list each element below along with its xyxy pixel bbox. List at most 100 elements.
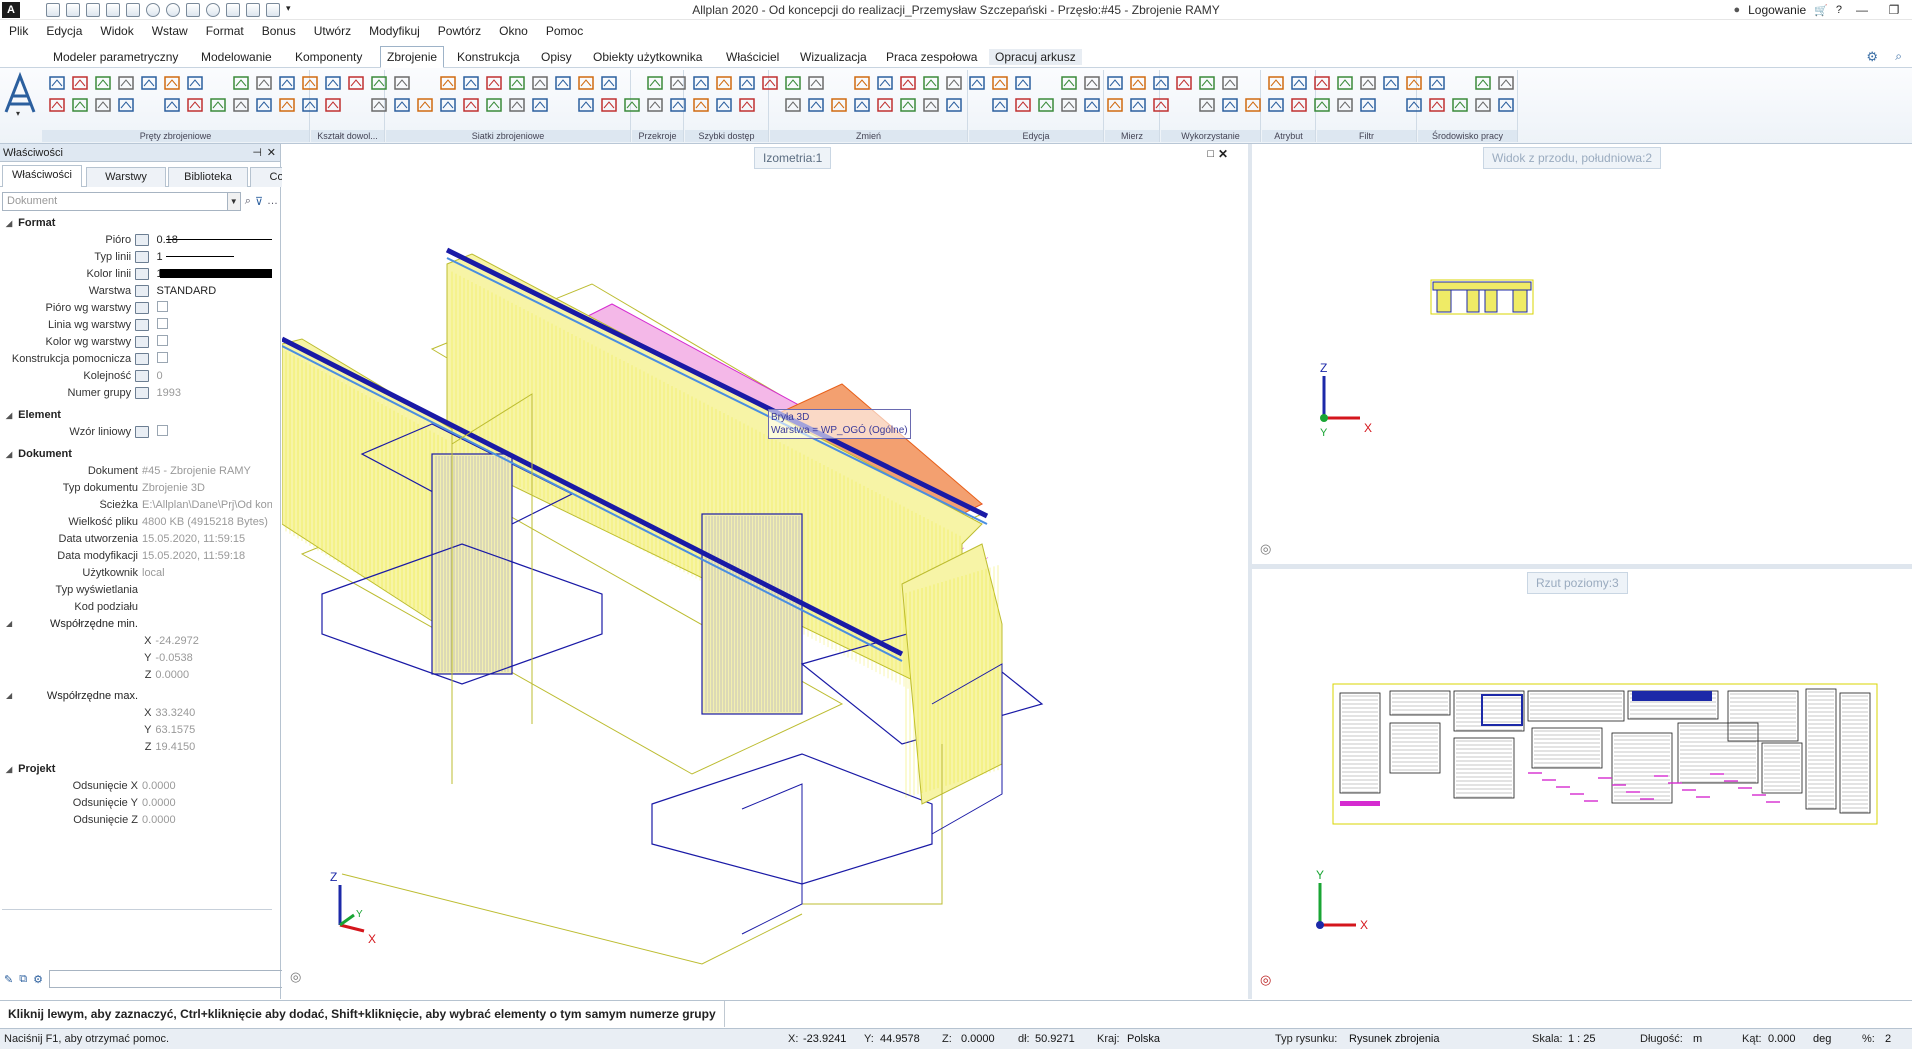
ribbon-tool-icon[interactable] <box>669 96 687 114</box>
maximize-button[interactable]: ❐ <box>1882 3 1906 17</box>
ribbon-tool-icon[interactable] <box>876 96 894 114</box>
menu-format[interactable]: Format <box>197 24 253 38</box>
property-row[interactable]: Konstrukcja pomocnicza <box>0 350 280 367</box>
tab-zbrojenie[interactable]: Zbrojenie <box>380 46 445 68</box>
menu-wstaw[interactable]: Wstaw <box>143 24 197 38</box>
ribbon-tool-icon[interactable] <box>1428 74 1446 92</box>
property-checkbox[interactable] <box>156 351 168 363</box>
property-checkbox[interactable] <box>156 300 168 312</box>
ribbon-tool-icon[interactable] <box>48 96 66 114</box>
ribbon-tool-icon[interactable] <box>462 74 480 92</box>
ribbon-tool-icon[interactable] <box>531 96 549 114</box>
property-row[interactable]: Kolor wg warstwy <box>0 333 280 350</box>
section-dokument[interactable]: ◢ Dokument <box>0 446 280 462</box>
ribbon-tool-icon[interactable] <box>1382 74 1400 92</box>
property-checkbox[interactable] <box>156 424 168 436</box>
chevron-down-icon[interactable]: ▼ <box>226 192 240 210</box>
ribbon-tool-icon[interactable] <box>1198 74 1216 92</box>
edit-icon[interactable] <box>106 2 120 17</box>
tab-wizualizacja[interactable]: Wizualizacja <box>794 49 873 65</box>
ribbon-tool-icon[interactable] <box>1267 74 1285 92</box>
property-value[interactable] <box>156 351 281 366</box>
property-value[interactable]: #45 - Zbrojenie RAMY <box>142 465 272 477</box>
ribbon-tool-icon[interactable] <box>278 74 296 92</box>
menu-utworz[interactable]: Utwórz <box>305 24 360 38</box>
navigation-icon[interactable]: ◎ <box>1260 541 1271 557</box>
tab-wlasciwosci[interactable]: Właściwości <box>2 165 82 187</box>
document-combo[interactable]: Dokument ▼ <box>2 191 241 211</box>
ribbon-tool-icon[interactable] <box>922 74 940 92</box>
property-value[interactable]: 15.05.2020, 11:59:15 <box>142 533 272 545</box>
property-row[interactable]: Numer grupy 1993 <box>0 384 280 401</box>
status-skala-value[interactable]: 1 : 25 <box>1568 1033 1596 1045</box>
property-row[interactable]: Typ dokumentu Zbrojenie 3D <box>0 479 280 496</box>
tab-praca-zespolowa[interactable]: Praca zespołowa <box>880 49 983 65</box>
format-combo[interactable]: ▼ <box>48 970 311 988</box>
ribbon-tool-icon[interactable] <box>715 74 733 92</box>
ribbon-tool-icon[interactable] <box>140 74 158 92</box>
ribbon-tool-icon[interactable] <box>715 96 733 114</box>
property-value[interactable]: 0.0000 <box>142 814 272 826</box>
ribbon-tool-icon[interactable] <box>1014 74 1032 92</box>
tab-opracuj-arkusz[interactable]: Opracuj arkusz <box>989 49 1082 65</box>
ribbon-tool-icon[interactable] <box>623 96 641 114</box>
ribbon-tool-icon[interactable] <box>186 96 204 114</box>
ribbon-tool-icon[interactable] <box>1451 96 1469 114</box>
property-row[interactable]: Odsunięcie X 0.0000 <box>0 777 280 794</box>
tab-biblioteka[interactable]: Biblioteka <box>168 167 248 187</box>
tab-warstwy[interactable]: Warstwy <box>86 167 166 187</box>
ribbon-tool-icon[interactable] <box>393 74 411 92</box>
ribbon-tool-icon[interactable] <box>255 74 273 92</box>
property-row[interactable]: Odsunięcie Y 0.0000 <box>0 794 280 811</box>
help-icon[interactable]: ? <box>1836 4 1842 16</box>
ribbon-tool-icon[interactable] <box>347 74 365 92</box>
property-row[interactable]: Kolejność 0 <box>0 367 280 384</box>
ribbon-tool-icon[interactable] <box>71 74 89 92</box>
ribbon-tool-icon[interactable] <box>301 96 319 114</box>
menu-widok[interactable]: Widok <box>91 24 142 38</box>
ribbon-tool-icon[interactable] <box>991 96 1009 114</box>
ribbon-tool-icon[interactable] <box>1405 74 1423 92</box>
layers-icon[interactable] <box>266 2 280 17</box>
property-value[interactable]: Zbrojenie 3D <box>142 482 272 494</box>
property-value[interactable] <box>156 424 281 439</box>
ribbon-tool-icon[interactable] <box>577 96 595 114</box>
status-dlug-value[interactable]: m <box>1693 1033 1702 1045</box>
ribbon-tool-icon[interactable] <box>1221 96 1239 114</box>
ribbon-tool-icon[interactable] <box>186 74 204 92</box>
app-logo-icon[interactable]: A <box>2 2 20 18</box>
ribbon-tool-icon[interactable] <box>71 96 89 114</box>
ribbon-tool-icon[interactable] <box>1083 96 1101 114</box>
status-typ-value[interactable]: Rysunek zbrojenia <box>1349 1033 1440 1045</box>
ribbon-tool-icon[interactable] <box>1428 96 1446 114</box>
ribbon-tool-icon[interactable] <box>945 96 963 114</box>
status-pct-value[interactable]: 2 <box>1885 1033 1891 1045</box>
close-icon[interactable]: ✕ <box>267 144 276 162</box>
ribbon-tool-icon[interactable] <box>1497 96 1515 114</box>
ribbon-tool-icon[interactable] <box>370 74 388 92</box>
property-row[interactable]: Data utworzenia 15.05.2020, 11:59:15 <box>0 530 280 547</box>
property-row[interactable]: Wzór liniowy <box>0 423 280 440</box>
ribbon-tool-icon[interactable] <box>761 74 779 92</box>
property-value[interactable]: 0.0000 <box>142 780 272 792</box>
ribbon-tool-icon[interactable] <box>94 74 112 92</box>
viewport-isometric[interactable]: Izometria:1 □ ✕ Bryła 3D Warstwa = WP_OG… <box>282 144 1248 999</box>
ribbon-tool-icon[interactable] <box>462 96 480 114</box>
ribbon-tool-icon[interactable] <box>853 74 871 92</box>
property-value[interactable]: E:\Allplan\Dane\Prj\Od koncep <box>142 499 272 511</box>
menu-plik[interactable]: Plik <box>0 24 37 38</box>
ribbon-tool-icon[interactable] <box>370 96 388 114</box>
ribbon-tool-icon[interactable] <box>784 74 802 92</box>
property-value[interactable]: 4800 KB (4915218 Bytes) <box>142 516 272 528</box>
ribbon-tool-icon[interactable] <box>1083 74 1101 92</box>
property-row[interactable]: Dokument #45 - Zbrojenie RAMY <box>0 462 280 479</box>
ribbon-tool-icon[interactable] <box>1405 96 1423 114</box>
ribbon-tool-icon[interactable] <box>1060 96 1078 114</box>
ribbon-tool-icon[interactable] <box>692 74 710 92</box>
ribbon-tool-icon[interactable] <box>301 74 319 92</box>
ribbon-tool-icon[interactable] <box>646 96 664 114</box>
ribbon-tool-icon[interactable] <box>485 74 503 92</box>
redo-icon[interactable] <box>166 2 180 17</box>
ribbon-tool-icon[interactable] <box>416 96 434 114</box>
ribbon-tool-icon[interactable] <box>508 74 526 92</box>
